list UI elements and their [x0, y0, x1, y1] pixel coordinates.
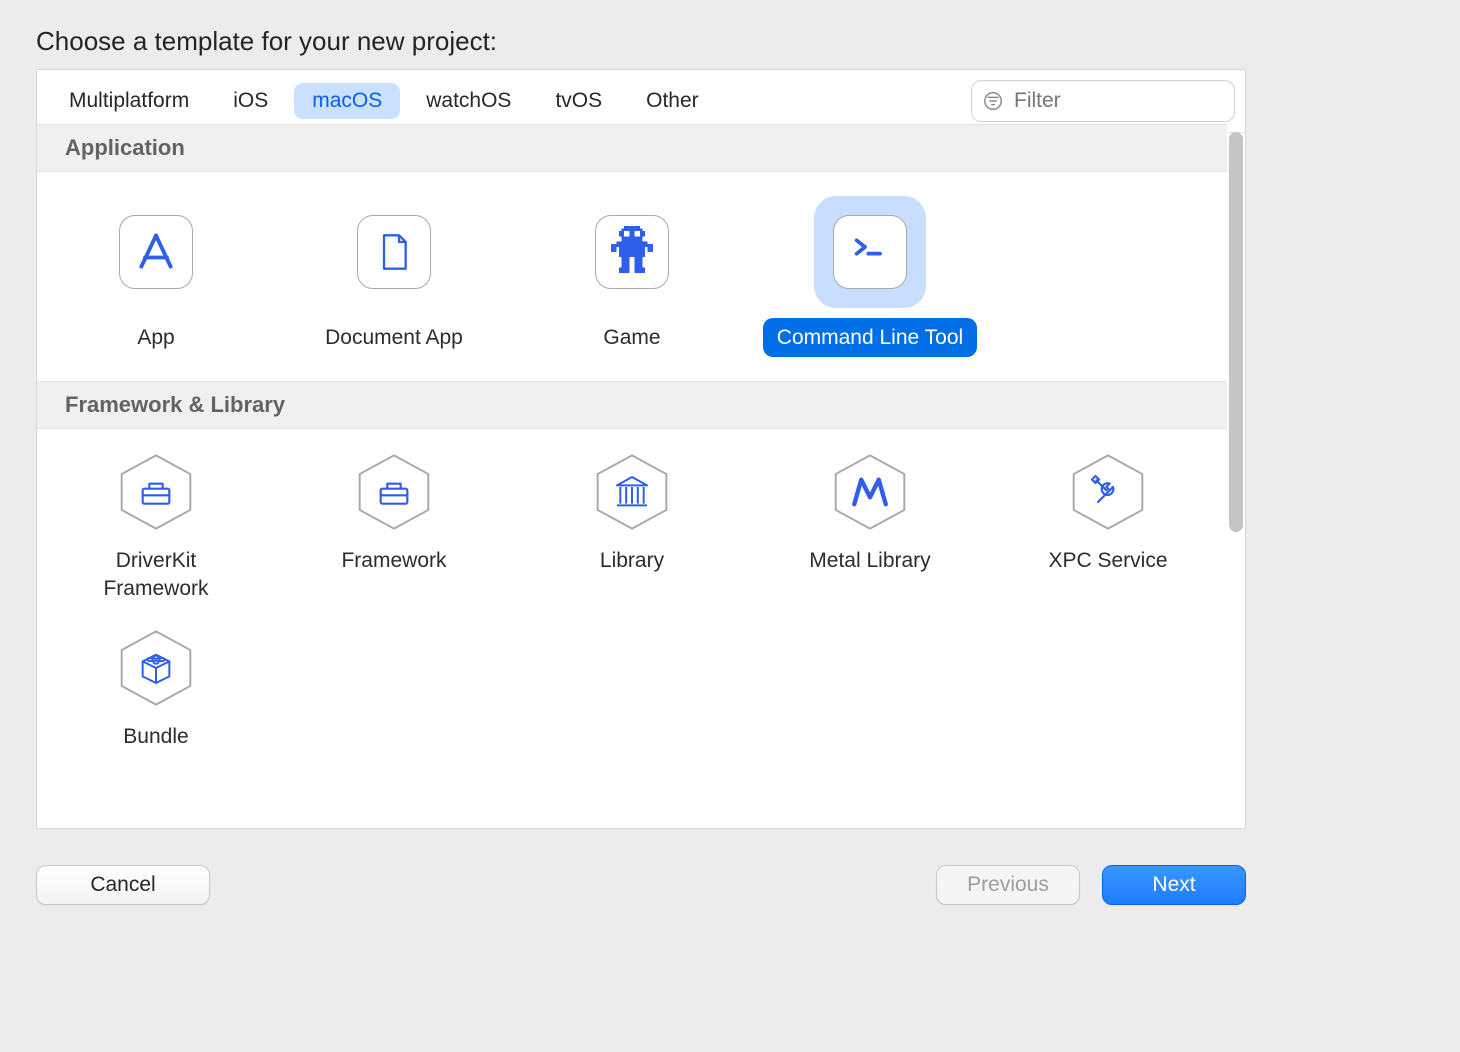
template-app[interactable]: App	[37, 186, 275, 367]
wrench-screwdriver-icon	[1069, 453, 1147, 531]
game-sprite-icon	[595, 215, 669, 289]
previous-button[interactable]: Previous	[936, 865, 1080, 905]
tab-tvos[interactable]: tvOS	[537, 83, 620, 119]
tab-multiplatform[interactable]: Multiplatform	[51, 83, 207, 119]
template-xpc-service[interactable]: XPC Service	[989, 443, 1227, 619]
terminal-icon	[833, 215, 907, 289]
template-metal-library[interactable]: Metal Library	[751, 443, 989, 619]
template-library[interactable]: Library	[513, 443, 751, 619]
template-label: DriverKit Framework	[48, 541, 264, 608]
toolbox-icon	[117, 453, 195, 531]
filter-icon	[982, 90, 1004, 112]
library-columns-icon	[593, 453, 671, 531]
template-label: Metal Library	[795, 541, 944, 580]
tab-macos[interactable]: macOS	[294, 83, 400, 119]
dialog-prompt: Choose a template for your new project:	[36, 26, 1286, 57]
template-document-app[interactable]: Document App	[275, 186, 513, 367]
document-icon	[357, 215, 431, 289]
tab-ios[interactable]: iOS	[215, 83, 286, 119]
section-header-frameworks: Framework & Library	[37, 381, 1227, 429]
template-scroll-area[interactable]: Application App Do	[37, 124, 1227, 828]
template-label: Document App	[311, 318, 477, 357]
new-project-dialog: Choose a template for your new project: …	[0, 0, 1286, 905]
template-label: Framework	[327, 541, 460, 580]
next-button[interactable]: Next	[1102, 865, 1246, 905]
template-label: Command Line Tool	[763, 318, 977, 357]
template-label: XPC Service	[1034, 541, 1181, 580]
filter-input[interactable]	[1012, 88, 1224, 114]
empty-cell	[989, 186, 1227, 367]
app-a-icon	[119, 215, 193, 289]
template-label: Library	[586, 541, 678, 580]
section-header-application: Application	[37, 124, 1227, 172]
dialog-button-row: Cancel Previous Next	[36, 865, 1246, 905]
template-command-line-tool[interactable]: Command Line Tool	[751, 186, 989, 367]
template-framework[interactable]: Framework	[275, 443, 513, 619]
frameworks-grid: DriverKit Framework Framework Library	[37, 429, 1227, 809]
template-label: Bundle	[109, 717, 202, 756]
filter-field[interactable]	[971, 80, 1235, 122]
template-label: Game	[589, 318, 674, 357]
template-panel: Multiplatform iOS macOS watchOS tvOS Oth…	[36, 69, 1246, 829]
tab-watchos[interactable]: watchOS	[408, 83, 529, 119]
toolbox-icon	[355, 453, 433, 531]
cancel-button[interactable]: Cancel	[36, 865, 210, 905]
template-label: App	[123, 318, 188, 357]
template-game[interactable]: Game	[513, 186, 751, 367]
scrollbar-thumb[interactable]	[1229, 132, 1243, 532]
metal-m-icon	[831, 453, 909, 531]
application-grid: App Document App	[37, 172, 1227, 381]
template-bundle[interactable]: Bundle	[37, 619, 275, 795]
lego-brick-icon	[117, 629, 195, 707]
tab-other[interactable]: Other	[628, 83, 717, 119]
template-driverkit-framework[interactable]: DriverKit Framework	[37, 443, 275, 619]
